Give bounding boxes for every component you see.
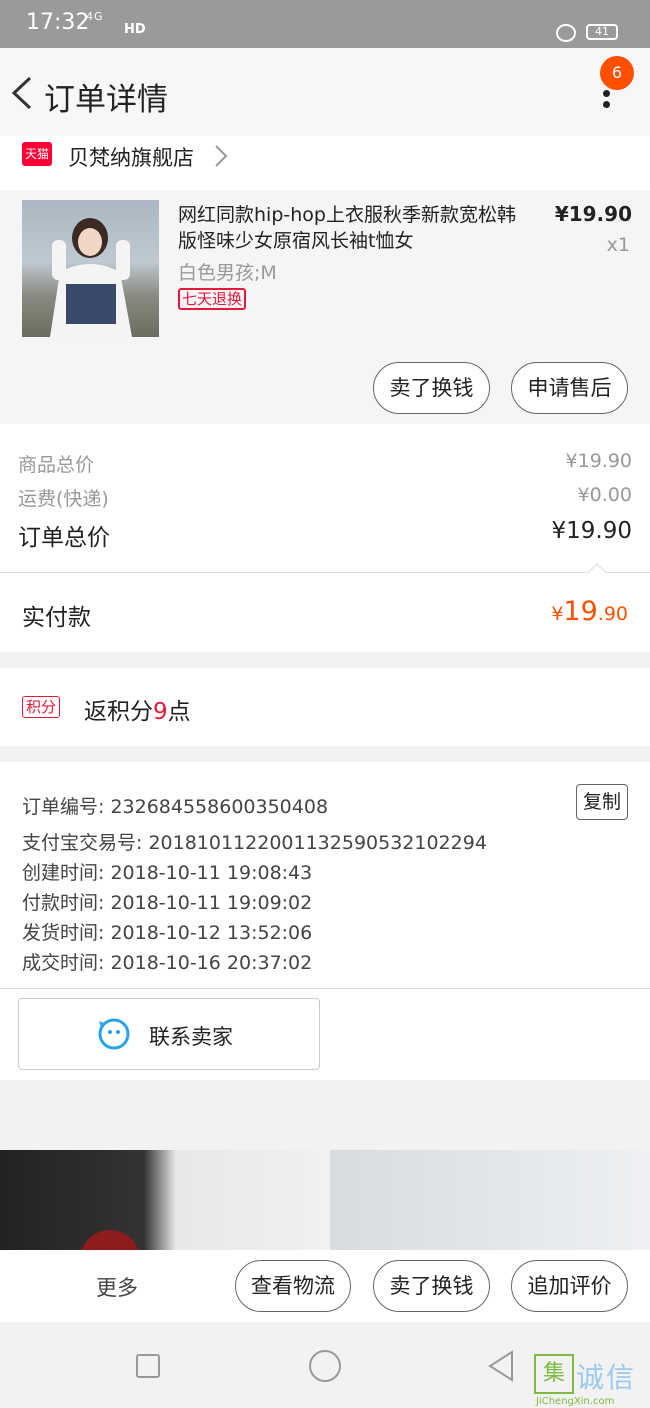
- tmall-icon: 天猫: [22, 142, 52, 166]
- recommendation-image[interactable]: [0, 1150, 320, 1260]
- paid-int: 19: [563, 596, 598, 627]
- order-total-value: ¥19.90: [551, 518, 632, 544]
- back-arrow-icon[interactable]: [10, 76, 34, 110]
- sell-button[interactable]: 卖了换钱: [373, 1260, 490, 1312]
- network-icon: 4G: [86, 10, 104, 23]
- view-logistics-button[interactable]: 查看物流: [235, 1260, 351, 1312]
- paid-dec: .90: [597, 603, 628, 625]
- sell-button[interactable]: 卖了换钱: [373, 362, 490, 414]
- add-review-button[interactable]: 追加评价: [511, 1260, 628, 1312]
- product-card: 网红同款hip-hop上衣服秋季新款宽松韩版怪味少女原宿风长袖t恤女 白色男孩;…: [0, 190, 650, 424]
- order-total-label: 订单总价: [18, 525, 110, 551]
- points-text: 返积分9点: [84, 692, 191, 726]
- points-suffix: 点: [167, 699, 191, 725]
- points-prefix: 返积分: [84, 699, 153, 725]
- divider: [0, 988, 650, 989]
- paid-label: 实付款: [22, 605, 91, 631]
- price-summary: 商品总价 ¥19.90 运费(快递) ¥0.00 订单总价 ¥19.90 实付款…: [0, 424, 650, 652]
- order-number: 订单编号: 2326845586003504​08: [22, 796, 329, 818]
- points-badge: 积分: [22, 696, 61, 718]
- shipping-row: 运费(快递) ¥0.00: [18, 484, 632, 511]
- shipped-time: 发货时间: 2018-10-12 13:52:06: [22, 922, 313, 944]
- points-row: 积分 返积分9点: [0, 668, 650, 746]
- chat-bubble-icon: [98, 1018, 130, 1050]
- seven-day-return-badge: 七天退换: [178, 288, 247, 310]
- copy-button[interactable]: 复制: [576, 784, 628, 820]
- goods-total-label: 商品总价: [18, 454, 95, 476]
- status-bar: 17:32 4G HD 41: [0, 0, 650, 48]
- system-nav-bar: 集 诚信 JiChengXin.com: [0, 1322, 650, 1408]
- lock-icon: [556, 24, 576, 42]
- created-time: 创建时间: 2018-10-11 19:08:43: [22, 862, 313, 884]
- app-header: 订单详情 6: [0, 48, 650, 136]
- recommendation-image[interactable]: [330, 1150, 650, 1250]
- completed-time: 成交时间: 2018-10-16 20:37:02: [22, 952, 313, 974]
- order-info: 订单编号: 2326845586003504​08 复制 支付宝交易号: 201…: [0, 762, 650, 1080]
- paid-currency: ¥: [551, 603, 564, 625]
- bottom-action-bar: 更多 查看物流 卖了换钱 追加评价: [0, 1250, 650, 1322]
- contact-seller-label: 联系卖家: [149, 1025, 233, 1049]
- home-icon[interactable]: [309, 1350, 341, 1382]
- alipay-number: 支付宝交易号: 2018101122001132590532102294: [22, 832, 487, 854]
- product-quantity: x1: [606, 234, 630, 256]
- product-price: ¥19.90: [554, 202, 632, 226]
- more-menu-icon[interactable]: [598, 90, 616, 120]
- goods-total-value: ¥19.90: [565, 450, 632, 472]
- watermark-url: JiChengXin.com: [536, 1396, 615, 1407]
- product-sku: 白色男孩;M: [178, 262, 277, 284]
- goods-total-row: 商品总价 ¥19.90: [18, 450, 632, 477]
- after-sale-button[interactable]: 申请售后: [511, 362, 628, 414]
- shipping-label: 运费(快递): [18, 488, 109, 510]
- paid-value: ¥19.90: [551, 596, 628, 627]
- page-title: 订单详情: [44, 82, 168, 118]
- recents-icon[interactable]: [136, 1354, 160, 1378]
- order-total-row: 订单总价 ¥19.90: [18, 518, 632, 552]
- status-time: 17:32: [26, 10, 90, 35]
- paid-time: 付款时间: 2018-10-11 19:09:02: [22, 892, 313, 914]
- notification-badge: 6: [600, 56, 634, 90]
- divider-notch: [587, 563, 607, 583]
- hd-icon: HD: [124, 22, 146, 37]
- store-row[interactable]: 天猫 贝梵纳旗舰店: [0, 136, 650, 190]
- watermark-logo: 集: [534, 1354, 574, 1394]
- product-name[interactable]: 网红同款hip-hop上衣服秋季新款宽松韩版怪味少女原宿风长袖t恤女: [178, 202, 518, 254]
- back-triangle-icon[interactable]: [486, 1350, 516, 1382]
- divider: [0, 572, 650, 573]
- store-name: 贝梵纳旗舰店: [68, 146, 194, 170]
- contact-seller-button[interactable]: 联系卖家: [18, 998, 320, 1070]
- chevron-right-icon: [215, 145, 228, 167]
- watermark-text: 诚信: [576, 1361, 637, 1394]
- shipping-value: ¥0.00: [577, 484, 632, 506]
- product-image[interactable]: [22, 200, 159, 337]
- battery-icon: 41: [586, 24, 618, 40]
- more-link[interactable]: 更多: [96, 1272, 138, 1302]
- recommendation-strip: [0, 1150, 650, 1260]
- points-count: 9: [153, 699, 168, 725]
